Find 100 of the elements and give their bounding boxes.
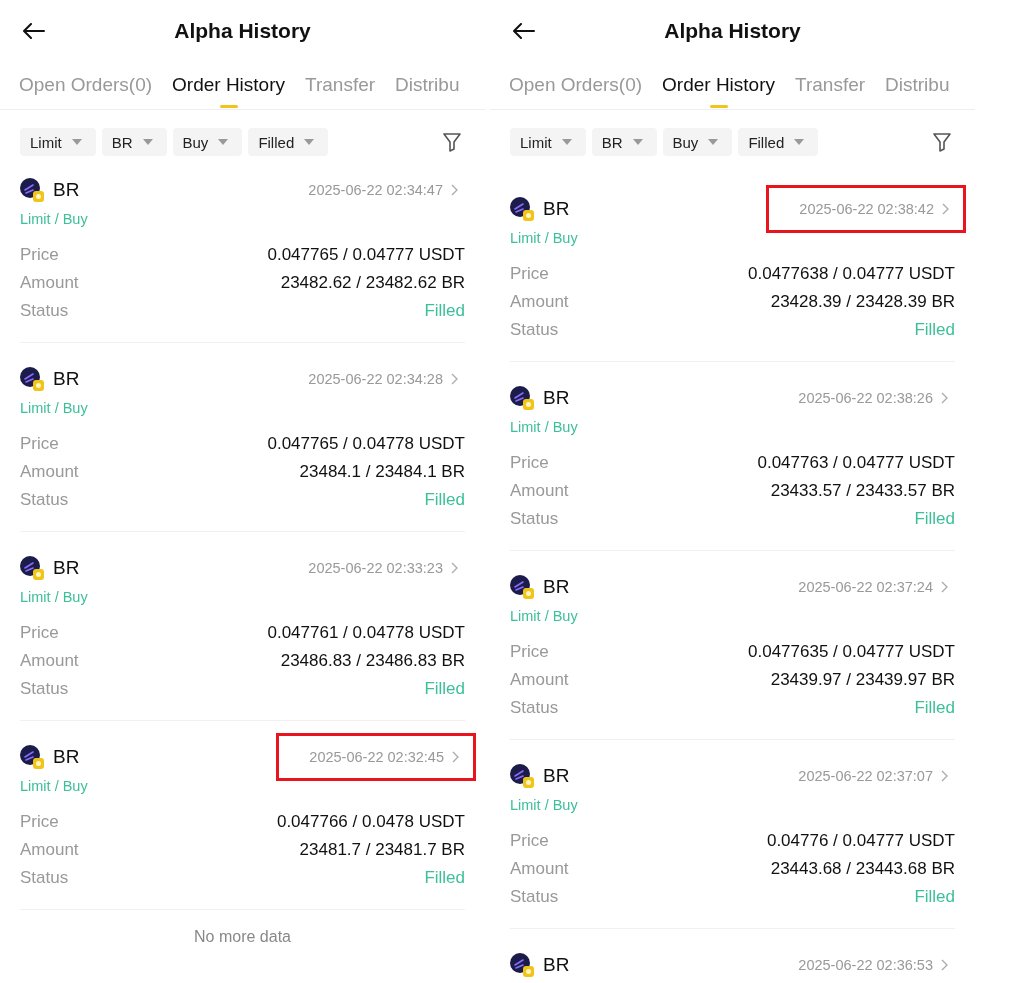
coin-icon [20, 367, 44, 391]
coin-symbol: BR [53, 746, 80, 768]
caret-icon [794, 139, 805, 145]
filter-dropdown[interactable]: Buy [662, 128, 733, 156]
caret-icon [632, 139, 643, 145]
status-value: Filled [424, 490, 465, 510]
order-time: 2025-06-22 02:34:28 [308, 371, 443, 387]
field-label: Amount [510, 481, 569, 501]
field-label: Status [20, 301, 69, 321]
order-type: Limit / Buy [510, 418, 579, 437]
field-label: Amount [510, 670, 569, 690]
back-arrow-icon[interactable] [23, 23, 45, 39]
chevron-right-icon[interactable] [452, 751, 459, 763]
coin-icon [510, 197, 534, 221]
chevron-right-icon[interactable] [941, 770, 948, 782]
page-title: Alpha History [664, 19, 801, 43]
order-time: 2025-06-22 02:38:26 [798, 390, 933, 406]
status-value: Filled [914, 887, 955, 907]
field-label: Amount [20, 462, 79, 482]
tab[interactable]: Order History [172, 62, 285, 108]
order-type: Limit / Buy [510, 607, 579, 626]
field-label: Price [20, 623, 59, 643]
coin-symbol: BR [53, 368, 80, 390]
coin-symbol: BR [543, 387, 570, 409]
caret-icon [561, 139, 572, 145]
filter-dropdown[interactable]: Limit [510, 128, 586, 156]
field-label: Price [20, 434, 59, 454]
coin-icon [510, 575, 534, 599]
filter-icon[interactable] [932, 132, 952, 152]
field-value: 23428.39 / 23428.39 BR [770, 292, 955, 312]
back-arrow-icon[interactable] [513, 23, 535, 39]
page-title: Alpha History [174, 19, 311, 43]
caret-icon [708, 139, 719, 145]
filter-dropdown[interactable]: Filled [738, 128, 819, 156]
status-value: Filled [914, 698, 955, 718]
status-value: Filled [914, 320, 955, 340]
status-value: Filled [424, 868, 465, 888]
field-label: Status [20, 868, 69, 888]
field-label: Price [20, 245, 59, 265]
field-value: 23439.97 / 23439.97 BR [770, 670, 955, 690]
field-label: Amount [20, 651, 79, 671]
caret-icon [218, 139, 229, 145]
field-label: Price [510, 453, 549, 473]
order-time: 2025-06-22 02:37:24 [798, 579, 933, 595]
chevron-right-icon[interactable] [941, 959, 948, 971]
field-label: Amount [20, 273, 79, 293]
order-type: Limit / Buy [510, 229, 579, 248]
chevron-right-icon[interactable] [942, 203, 949, 215]
coin-symbol: BR [543, 576, 570, 598]
field-label: Status [510, 698, 559, 718]
field-value: 23433.57 / 23433.57 BR [770, 481, 955, 501]
chevron-right-icon[interactable] [451, 373, 458, 385]
coin-symbol: BR [543, 954, 570, 976]
order-type: Limit / Buy [510, 796, 579, 815]
field-value: 23443.68 / 23443.68 BR [770, 859, 955, 879]
coin-icon [510, 386, 534, 410]
filter-dropdown[interactable]: BR [591, 128, 657, 156]
field-value: 23481.7 / 23481.7 BR [299, 840, 465, 860]
field-value: 23484.1 / 23484.1 BR [299, 462, 465, 482]
field-value: 0.047765 / 0.04777 USDT [267, 245, 465, 265]
order-time: 2025-06-22 02:34:47 [308, 182, 443, 198]
filter-dropdown[interactable]: Filled [248, 128, 329, 156]
caret-icon [142, 139, 153, 145]
chevron-right-icon[interactable] [451, 184, 458, 196]
field-value: 0.047766 / 0.0478 USDT [276, 812, 465, 832]
order-type: Limit / Buy [20, 777, 89, 796]
field-label: Status [510, 320, 559, 340]
order-type: Limit / Buy [20, 399, 89, 418]
coin-icon [20, 556, 44, 580]
field-value: 0.047761 / 0.04778 USDT [267, 623, 465, 643]
filter-icon[interactable] [442, 132, 462, 152]
coin-icon [510, 953, 534, 977]
field-label: Amount [510, 859, 569, 879]
chevron-right-icon[interactable] [451, 562, 458, 574]
order-time: 2025-06-22 02:37:07 [798, 768, 933, 784]
field-value: 0.0477635 / 0.04777 USDT [748, 642, 955, 662]
end-of-list-text: No more data [193, 927, 292, 946]
field-value: 0.04776 / 0.04777 USDT [766, 831, 955, 851]
field-value: 23482.62 / 23482.62 BR [280, 273, 465, 293]
field-label: Amount [20, 840, 79, 860]
field-value: 23486.83 / 23486.83 BR [280, 651, 465, 671]
order-time: 2025-06-22 02:32:45 [309, 749, 444, 765]
chevron-right-icon[interactable] [941, 581, 948, 593]
filter-dropdown[interactable]: BR [101, 128, 167, 156]
field-label: Price [510, 642, 549, 662]
coin-icon [20, 178, 44, 202]
filter-dropdown[interactable]: Buy [172, 128, 243, 156]
order-type: Limit / Buy [20, 588, 89, 607]
chevron-right-icon[interactable] [941, 392, 948, 404]
status-value: Filled [424, 679, 465, 699]
field-label: Price [510, 264, 549, 284]
field-value: 0.0477638 / 0.04777 USDT [748, 264, 955, 284]
filter-dropdown[interactable]: Limit [20, 128, 96, 156]
coin-symbol: BR [53, 179, 80, 201]
order-type: Limit / Buy [20, 210, 89, 229]
status-value: Filled [424, 301, 465, 321]
tab[interactable]: Order History [662, 62, 775, 108]
coin-symbol: BR [543, 198, 570, 220]
field-value: 0.047765 / 0.04778 USDT [267, 434, 465, 454]
coin-icon [20, 745, 44, 769]
